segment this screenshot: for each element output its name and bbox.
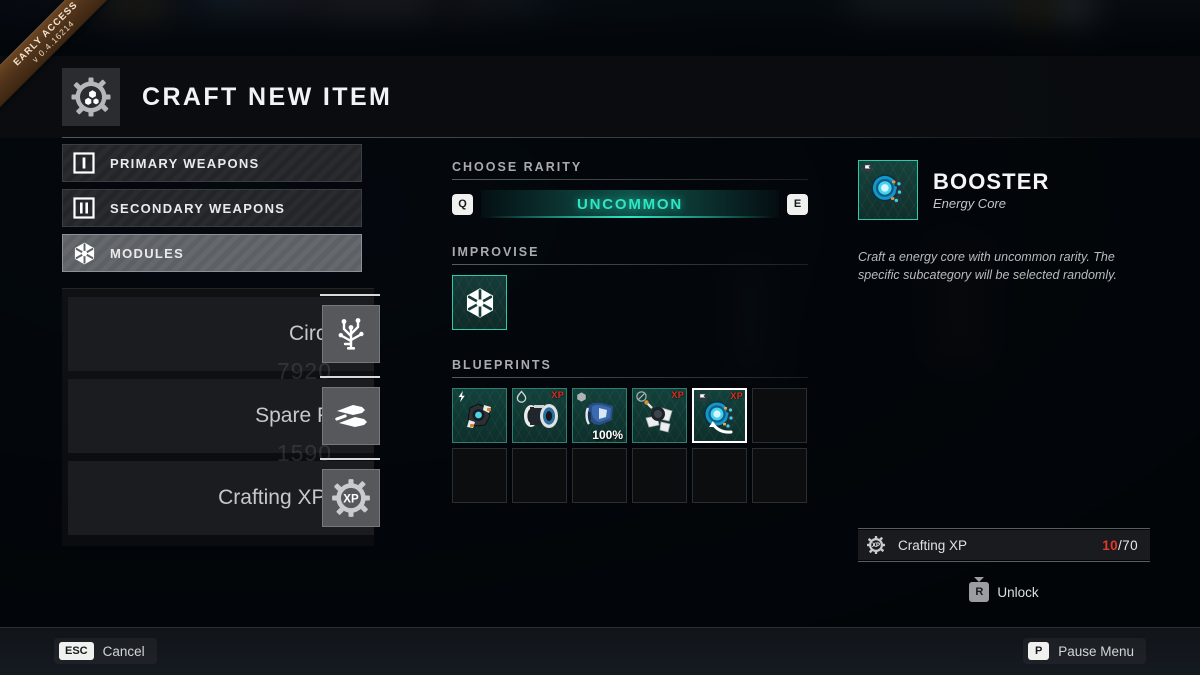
sidebar-item-primary-weapons[interactable]: PRIMARY WEAPONS bbox=[62, 144, 362, 182]
blueprint-slot-empty[interactable] bbox=[452, 448, 507, 503]
blueprints-grid: XP 100% XP XP bbox=[452, 388, 808, 503]
blueprints-section-label: BLUEPRINTS bbox=[452, 358, 552, 372]
resource-panel: Circuitry 7920 bbox=[62, 288, 380, 546]
blueprints-divider bbox=[452, 377, 808, 378]
xp-gear-icon: XP bbox=[322, 469, 380, 527]
improvise-divider bbox=[452, 264, 808, 265]
crafting-xp-label: Crafting XP bbox=[898, 537, 968, 553]
xp-divider-top bbox=[858, 528, 1150, 529]
craft-screen: CRAFT NEW ITEM PRIMARY WEAPONS SECONDARY… bbox=[0, 0, 1200, 675]
page-header: CRAFT NEW ITEM bbox=[0, 56, 1200, 138]
rarity-selector[interactable]: Q UNCOMMON E bbox=[452, 190, 808, 218]
blueprint-slot-selected[interactable]: XP bbox=[692, 388, 747, 443]
detail-item-name: BOOSTER bbox=[933, 168, 1050, 194]
center-column: CHOOSE RARITY Q UNCOMMON E IMPROVISE BLU… bbox=[452, 160, 808, 503]
rarity-value: UNCOMMON bbox=[576, 195, 684, 213]
crafting-xp-value: 10/70 bbox=[1102, 538, 1138, 553]
circuit-tree-icon bbox=[322, 305, 380, 363]
crafting-xp-row: XP Crafting XP 10/70 bbox=[858, 530, 1150, 560]
roman-one-icon bbox=[71, 150, 97, 176]
blueprint-slot[interactable]: 100% bbox=[572, 388, 627, 443]
pause-menu-hint[interactable]: P Pause Menu bbox=[1023, 638, 1146, 664]
hexagon-module-icon bbox=[71, 240, 97, 266]
bottom-bar-divider bbox=[0, 627, 1200, 628]
crafting-xp-current: 10 bbox=[1102, 537, 1119, 553]
improvise-section-label: IMPROVISE bbox=[452, 245, 540, 259]
xp-badge: XP bbox=[551, 390, 564, 400]
rarity-value-bar[interactable]: UNCOMMON bbox=[481, 190, 779, 218]
blueprint-slot[interactable]: XP bbox=[512, 388, 567, 443]
item-detail-panel: BOOSTER Energy Core Craft a energy core … bbox=[858, 160, 1148, 284]
resource-row-spare-parts: Spare Parts 1590 bbox=[68, 376, 380, 466]
resource-row-circuitry: Circuitry 7920 bbox=[68, 294, 380, 384]
bolt-icon bbox=[455, 390, 468, 403]
xp-badge: XP bbox=[671, 390, 684, 400]
blueprint-slot-empty[interactable] bbox=[512, 448, 567, 503]
blueprint-slot[interactable]: XP bbox=[632, 388, 687, 443]
sidebar-item-label: MODULES bbox=[110, 245, 185, 261]
rarity-prev-key[interactable]: Q bbox=[452, 193, 473, 215]
cancel-key[interactable]: ESC bbox=[59, 642, 94, 660]
rarity-next-key[interactable]: E bbox=[787, 193, 808, 215]
percent-label: 100% bbox=[592, 428, 623, 442]
sidebar-item-label: SECONDARY WEAPONS bbox=[110, 200, 286, 216]
sidebar-item-secondary-weapons[interactable]: SECONDARY WEAPONS bbox=[62, 189, 362, 227]
rarity-section-label: CHOOSE RARITY bbox=[452, 160, 583, 174]
unlock-label: Unlock bbox=[997, 584, 1039, 600]
resource-underline bbox=[320, 294, 380, 296]
blueprint-slot-empty[interactable] bbox=[632, 448, 687, 503]
spare-parts-icon bbox=[322, 387, 380, 445]
category-sidebar: PRIMARY WEAPONS SECONDARY WEAPONS MODULE… bbox=[62, 144, 362, 279]
sidebar-item-modules[interactable]: MODULES bbox=[62, 234, 362, 272]
blueprint-slot-empty[interactable] bbox=[572, 448, 627, 503]
resource-row-crafting-xp: Crafting XP [10] XP bbox=[68, 458, 380, 535]
blueprint-slot-empty[interactable] bbox=[692, 448, 747, 503]
detail-titles: BOOSTER Energy Core bbox=[933, 168, 1050, 211]
circle-slash-icon bbox=[635, 390, 648, 403]
page-title: CRAFT NEW ITEM bbox=[142, 82, 393, 111]
resource-underline bbox=[320, 458, 380, 460]
crafting-xp-block: XP Crafting XP 10/70 R Unlock bbox=[858, 528, 1150, 602]
flag-icon bbox=[861, 162, 874, 180]
detail-header: BOOSTER Energy Core bbox=[858, 160, 1148, 220]
unlock-hint[interactable]: R Unlock bbox=[858, 582, 1150, 602]
pause-label: Pause Menu bbox=[1058, 643, 1134, 659]
hexagon-icon bbox=[575, 390, 588, 403]
xp-gear-icon: XP bbox=[866, 535, 886, 555]
xp-badge: XP bbox=[730, 391, 743, 401]
detail-item-subtitle: Energy Core bbox=[933, 195, 1006, 211]
droplet-icon bbox=[515, 390, 528, 403]
flag-icon bbox=[696, 391, 709, 404]
detail-thumbnail bbox=[858, 160, 918, 220]
blueprint-slot-empty[interactable] bbox=[752, 388, 807, 443]
gear-hexagons-icon bbox=[62, 68, 120, 126]
improvise-slot[interactable] bbox=[452, 275, 507, 330]
crafting-xp-max: 70 bbox=[1122, 537, 1138, 553]
svg-text:XP: XP bbox=[872, 543, 880, 549]
resource-underline bbox=[320, 376, 380, 378]
bottom-action-bar: ESC Cancel P Pause Menu bbox=[0, 627, 1200, 675]
roman-two-icon bbox=[71, 195, 97, 221]
detail-description: Craft a energy core with uncommon rarity… bbox=[858, 250, 1117, 282]
blueprint-slot[interactable] bbox=[452, 388, 507, 443]
header-divider bbox=[62, 137, 1138, 138]
unlock-key[interactable]: R bbox=[969, 582, 990, 602]
pause-key[interactable]: P bbox=[1028, 642, 1050, 660]
cancel-label: Cancel bbox=[102, 643, 145, 659]
svg-text:XP: XP bbox=[343, 494, 359, 506]
xp-divider-bottom bbox=[858, 561, 1150, 562]
cancel-hint[interactable]: ESC Cancel bbox=[54, 638, 157, 664]
hexagon-module-icon bbox=[466, 287, 493, 318]
blueprint-slot-empty[interactable] bbox=[752, 448, 807, 503]
sidebar-item-label: PRIMARY WEAPONS bbox=[110, 155, 260, 171]
rarity-divider bbox=[452, 179, 808, 180]
